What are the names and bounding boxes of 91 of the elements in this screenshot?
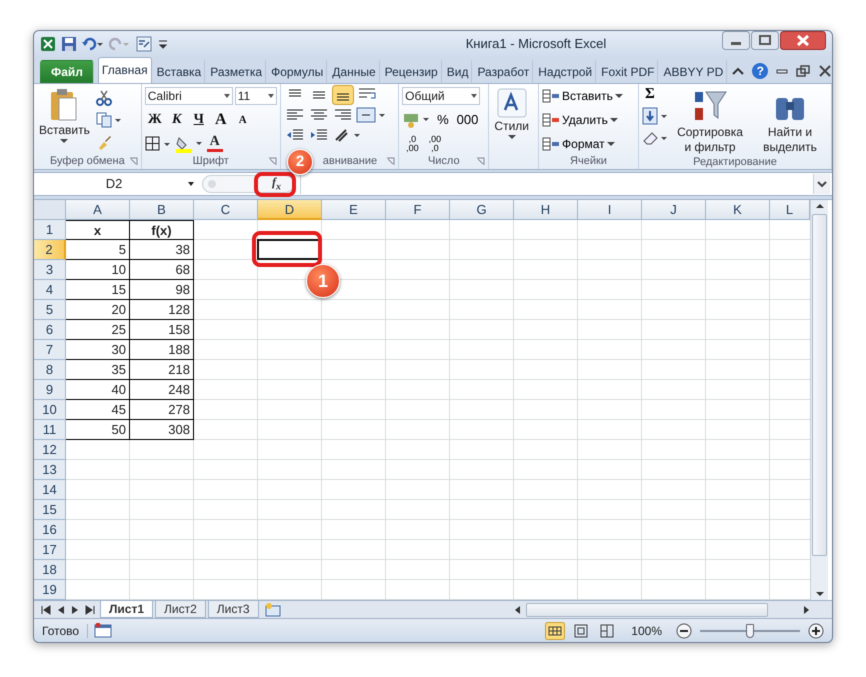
row-header[interactable]: 9 — [34, 380, 66, 400]
table-cell: 35 — [66, 360, 130, 380]
font-style-button[interactable]: К — [166, 112, 187, 128]
row-header[interactable]: 10 — [34, 400, 66, 420]
thousands-button[interactable]: 000 — [454, 112, 482, 128]
file-tab[interactable]: Файл — [40, 60, 94, 83]
table-cell: 5 — [66, 240, 130, 260]
window-title: Книга1 - Microsoft Excel — [464, 36, 608, 52]
row-header[interactable]: 19 — [34, 580, 66, 600]
table-cell: 15 — [66, 280, 130, 300]
table-cell: 188 — [130, 340, 194, 360]
insert-function-button[interactable]: f$_{x}$ — [270, 175, 283, 193]
group-label: Редактирование — [693, 156, 777, 168]
row-header[interactable]: 16 — [34, 520, 66, 540]
row-header[interactable]: 6 — [34, 320, 66, 340]
row-header[interactable]: 5 — [34, 300, 66, 320]
group-label: Шрифт — [192, 155, 229, 168]
row-header[interactable]: 11 — [34, 420, 66, 440]
font-size-field[interactable]: 11 — [234, 86, 277, 105]
sheet-tab[interactable]: Лист2 — [155, 601, 206, 618]
table-cell: 128 — [130, 300, 194, 320]
table-cell: 25 — [66, 320, 130, 340]
font-style-button[interactable]: Ч — [188, 112, 209, 128]
row-header[interactable]: 4 — [34, 280, 66, 300]
table-cell: 38 — [130, 240, 194, 260]
table-cell: 158 — [130, 320, 194, 340]
row-header[interactable]: 8 — [34, 360, 66, 380]
decimal-button[interactable]: ,0 ,00 — [402, 134, 423, 153]
zoom-level[interactable]: 100% — [623, 624, 670, 638]
font-style-button[interactable]: Ж — [144, 112, 165, 128]
shrink-font-button[interactable]: A — [232, 114, 253, 126]
table-cell: 248 — [130, 380, 194, 400]
column-header[interactable]: D — [258, 200, 322, 220]
table-cell: 98 — [130, 280, 194, 300]
group-label: авнивание — [322, 155, 378, 168]
grow-font-button[interactable]: A — [210, 110, 231, 129]
row-header[interactable]: 17 — [34, 540, 66, 560]
percent-button[interactable]: % — [434, 112, 452, 128]
cells-menu-button[interactable]: Формат — [542, 134, 623, 154]
column-header[interactable]: L — [770, 200, 810, 220]
row-header[interactable]: 18 — [34, 560, 66, 580]
column-header[interactable]: F — [386, 200, 450, 220]
paste-button[interactable]: Вставить — [37, 86, 92, 146]
column-header[interactable]: K — [706, 200, 770, 220]
row-header[interactable]: 12 — [34, 440, 66, 460]
column-header[interactable]: J — [642, 200, 706, 220]
table-cell: 30 — [66, 340, 130, 360]
column-header[interactable]: G — [450, 200, 514, 220]
column-header[interactable]: A — [66, 200, 130, 220]
group-label: Ячейки — [570, 155, 607, 168]
table-cell: 308 — [130, 420, 194, 440]
row-header[interactable]: 1 — [34, 220, 66, 240]
name-box[interactable]: D2 — [36, 174, 198, 194]
table-cell: 278 — [130, 400, 194, 420]
row-header[interactable]: 3 — [34, 260, 66, 280]
help-button[interactable]: ? — [752, 62, 768, 79]
row-header[interactable]: 14 — [34, 480, 66, 500]
table-cell: 45 — [66, 400, 130, 420]
status-text: Готово — [42, 624, 88, 638]
font-color-button[interactable]: A — [206, 135, 223, 152]
sort-filter-button[interactable]: Сортировка и фильтр — [672, 86, 748, 156]
ribbon-tab[interactable]: Главная — [98, 56, 152, 83]
row-header[interactable]: 13 — [34, 460, 66, 480]
column-header[interactable]: C — [194, 200, 258, 220]
row-header[interactable]: 2 — [34, 240, 66, 260]
cells-menu-button[interactable]: Удалить — [542, 110, 623, 130]
font-name-field[interactable]: Calibri — [144, 86, 233, 105]
table-cell: 40 — [66, 380, 130, 400]
column-header[interactable]: I — [578, 200, 642, 220]
row-header[interactable]: 7 — [34, 340, 66, 360]
column-header[interactable]: H — [514, 200, 578, 220]
table-cell: 68 — [130, 260, 194, 280]
table-cell: 20 — [66, 300, 130, 320]
table-cell: 218 — [130, 360, 194, 380]
sheet-tab[interactable]: Лист1 — [100, 601, 154, 618]
autosum-button[interactable]: Σ — [642, 86, 668, 103]
find-select-button[interactable]: Найти и выделить — [752, 86, 828, 156]
styles-button[interactable]: Стили — [492, 86, 531, 142]
row-header[interactable]: 15 — [34, 500, 66, 520]
group-label: Буфер обмена — [50, 155, 125, 168]
column-header[interactable]: B — [130, 200, 194, 220]
number-format-field[interactable]: Общий — [402, 86, 480, 105]
table-cell: 50 — [66, 420, 130, 440]
cells-menu-button[interactable]: Вставить — [542, 86, 623, 106]
table-cell: x — [66, 220, 130, 240]
sheet-tab[interactable]: Лист3 — [208, 601, 259, 618]
column-header[interactable]: E — [322, 200, 386, 220]
group-label: Число — [428, 155, 460, 168]
table-cell: f(x) — [130, 220, 194, 240]
decimal-button[interactable]: ,00 ,0 — [424, 134, 446, 153]
table-cell: 10 — [66, 260, 130, 280]
